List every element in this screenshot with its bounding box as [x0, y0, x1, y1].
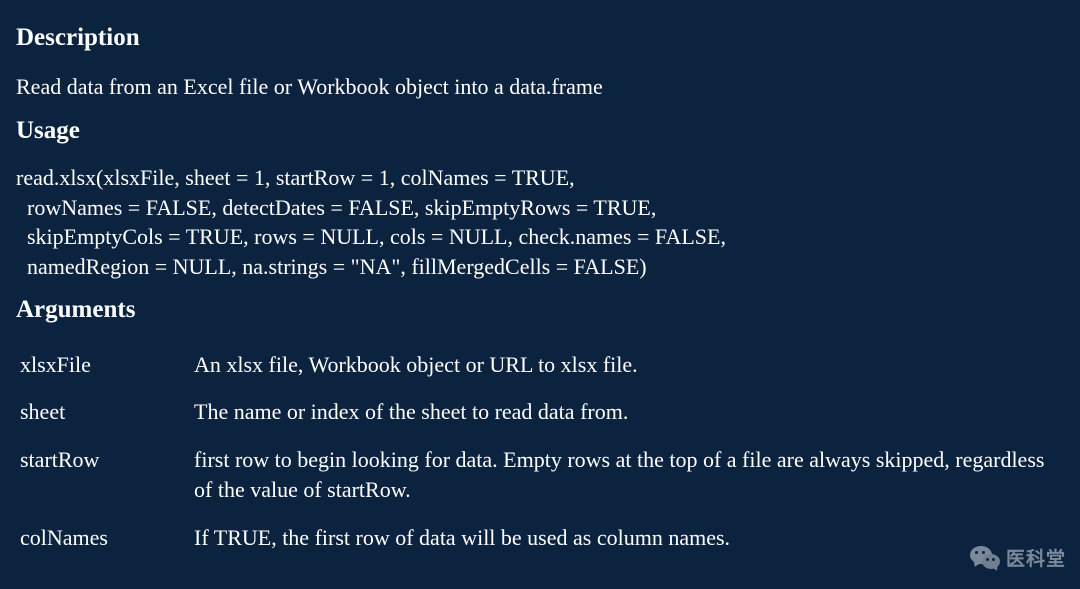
arg-name: startRow	[16, 437, 194, 514]
arg-desc: An xlsx file, Workbook object or URL to …	[194, 342, 1064, 390]
arguments-table: xlsxFile An xlsx file, Workbook object o…	[16, 342, 1064, 562]
description-heading: Description	[16, 24, 1064, 52]
arguments-heading: Arguments	[16, 296, 1064, 324]
table-row: colNames If TRUE, the first row of data …	[16, 515, 1064, 563]
watermark-text: 医科堂	[1006, 544, 1066, 571]
arg-name: xlsxFile	[16, 342, 194, 390]
watermark: 医科堂	[970, 544, 1066, 571]
arg-desc: If TRUE, the first row of data will be u…	[194, 515, 1064, 563]
arg-name: colNames	[16, 515, 194, 563]
arg-desc: The name or index of the sheet to read d…	[194, 389, 1064, 437]
table-row: xlsxFile An xlsx file, Workbook object o…	[16, 342, 1064, 390]
usage-code: read.xlsx(xlsxFile, sheet = 1, startRow …	[16, 163, 1064, 282]
arg-name: sheet	[16, 389, 194, 437]
table-row: startRow first row to begin looking for …	[16, 437, 1064, 514]
arg-desc: first row to begin looking for data. Emp…	[194, 437, 1064, 514]
usage-heading: Usage	[16, 117, 1064, 145]
wechat-icon	[970, 545, 1000, 571]
description-text: Read data from an Excel file or Workbook…	[16, 70, 1064, 103]
table-row: sheet The name or index of the sheet to …	[16, 389, 1064, 437]
